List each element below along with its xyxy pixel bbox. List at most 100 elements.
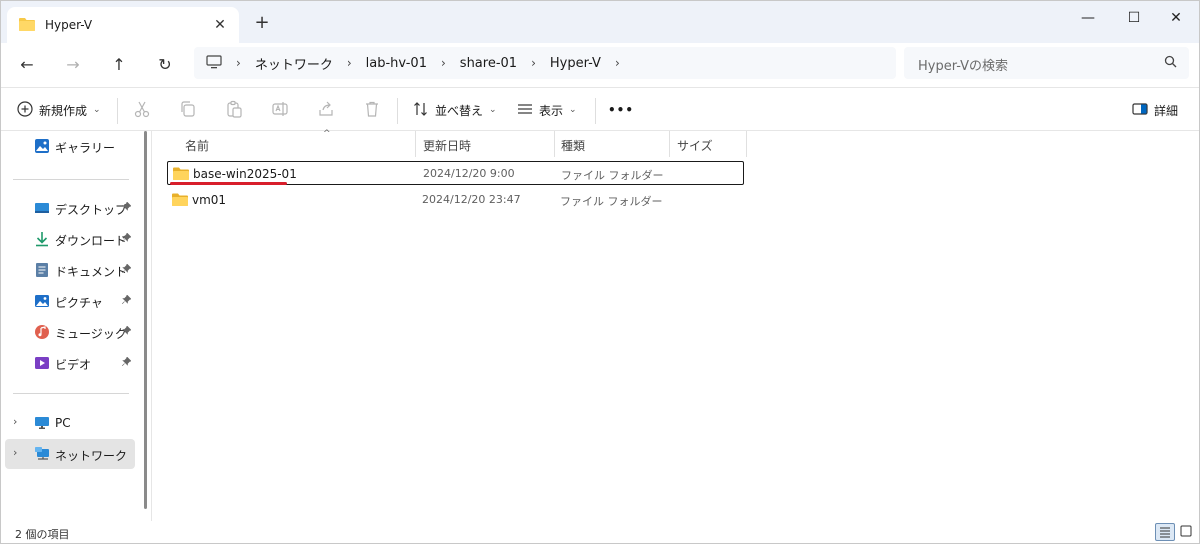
sidebar-item-downloads[interactable]: ダウンロード	[1, 224, 135, 254]
pin-icon	[121, 356, 132, 369]
file-list: 名前 ^ 更新日時 種類 サイズ base-win2025-01 2024/12…	[152, 129, 1199, 521]
back-button[interactable]: ←	[13, 51, 41, 79]
details-label: 詳細	[1154, 103, 1179, 118]
file-type: ファイル フォルダー	[561, 169, 664, 182]
rename-icon[interactable]	[271, 100, 291, 120]
chevron-down-icon: ⌄	[489, 105, 497, 115]
sidebar-item-label: ネットワーク	[55, 449, 128, 463]
music-icon	[34, 324, 50, 340]
item-count: 2 個の項目	[15, 528, 70, 541]
command-bar: 新規作成 ⌄ 並べ替え ⌄ 表示 ⌄ ••• 詳細	[1, 87, 1199, 131]
chevron-down-icon: ⌄	[569, 105, 577, 115]
column-divider[interactable]	[554, 131, 555, 157]
copy-icon[interactable]	[179, 100, 199, 120]
breadcrumb-separator[interactable]: ›	[531, 56, 536, 70]
breadcrumb-share-01[interactable]: share-01	[460, 56, 517, 71]
column-name-label: 名前	[185, 139, 210, 153]
column-divider[interactable]	[669, 131, 670, 157]
pictures-icon	[34, 293, 50, 309]
documents-icon	[34, 262, 50, 278]
divider	[397, 98, 398, 124]
details-view-button[interactable]	[1155, 523, 1175, 541]
column-divider[interactable]	[746, 131, 747, 157]
sidebar-item-desktop[interactable]: デスクトップ	[1, 193, 135, 223]
view-icon	[517, 102, 533, 119]
desktop-icon	[34, 200, 50, 216]
view-button[interactable]: 表示 ⌄	[517, 98, 577, 122]
sort-icon	[413, 101, 429, 120]
gallery-icon	[34, 138, 50, 154]
address-bar[interactable]: › ネットワーク › lab-hv-01 › share-01 › Hyper-…	[194, 47, 896, 79]
delete-icon[interactable]	[363, 100, 383, 120]
navigation-pane: ギャラリー デスクトップ ダウンロード ドキュメント ピクチャ ミュージック ビ…	[1, 131, 149, 521]
view-label: 表示	[539, 103, 564, 118]
breadcrumb-network[interactable]: ネットワーク	[255, 54, 333, 73]
breadcrumb-hyper-v[interactable]: Hyper-V	[550, 56, 601, 71]
maximize-button[interactable]: ☐	[1111, 5, 1157, 31]
sidebar-item-pc[interactable]: › PC	[1, 408, 135, 438]
file-modified: 2024/12/20 23:47	[422, 193, 521, 206]
sidebar-item-documents[interactable]: ドキュメント	[1, 255, 135, 285]
cut-icon[interactable]	[133, 100, 153, 120]
chevron-down-icon: ⌄	[93, 105, 101, 115]
column-header-size[interactable]: サイズ	[677, 131, 747, 157]
column-header-name[interactable]: 名前 ^	[185, 129, 415, 157]
divider	[13, 393, 129, 394]
sidebar-item-gallery[interactable]: ギャラリー	[1, 131, 135, 161]
details-pane-icon	[1132, 102, 1148, 119]
sidebar-item-pictures[interactable]: ピクチャ	[1, 286, 135, 316]
pc-icon	[34, 415, 50, 431]
breadcrumb-separator[interactable]: ›	[615, 56, 620, 70]
new-label: 新規作成	[39, 103, 88, 118]
share-icon[interactable]	[317, 100, 337, 120]
sidebar-item-label: ギャラリー	[55, 141, 116, 155]
search-input[interactable]: Hyper-Vの検索	[918, 55, 1008, 74]
table-row[interactable]: vm01 2024/12/20 23:47 ファイル フォルダー	[167, 188, 744, 212]
sidebar-item-network[interactable]: › ネットワーク	[5, 439, 135, 469]
search-icon	[1164, 55, 1177, 71]
large-icons-view-button[interactable]	[1177, 523, 1197, 541]
folder-icon	[172, 193, 188, 209]
pin-icon	[121, 263, 132, 276]
column-header-modified[interactable]: 更新日時	[423, 131, 553, 157]
sidebar-item-label: ピクチャ	[55, 296, 103, 310]
videos-icon	[34, 355, 50, 371]
sidebar-item-label: PC	[55, 416, 71, 430]
sidebar-item-label: ミュージック	[55, 327, 127, 341]
title-bar: Hyper-V ✕ + — ☐ ✕	[1, 1, 1199, 43]
sort-button[interactable]: 並べ替え ⌄	[413, 98, 497, 122]
new-button[interactable]: 新規作成 ⌄	[17, 98, 101, 122]
search-box[interactable]: Hyper-Vの検索	[904, 47, 1189, 79]
minimize-button[interactable]: —	[1065, 5, 1111, 31]
paste-icon[interactable]	[225, 100, 245, 120]
forward-button[interactable]: →	[59, 51, 87, 79]
sidebar-scrollbar[interactable]	[144, 131, 147, 509]
details-pane-button[interactable]: 詳細	[1132, 98, 1178, 122]
file-type: ファイル フォルダー	[560, 195, 663, 208]
close-tab-icon[interactable]: ✕	[211, 16, 229, 34]
breadcrumb-separator[interactable]: ›	[441, 56, 446, 70]
column-divider[interactable]	[415, 131, 416, 157]
more-options-button[interactable]: •••	[608, 98, 634, 122]
tab-hyper-v[interactable]: Hyper-V ✕	[7, 7, 239, 43]
file-name: base-win2025-01	[193, 167, 297, 181]
sidebar-item-label: ダウンロード	[55, 234, 128, 248]
sidebar-item-label: ドキュメント	[55, 265, 128, 279]
sidebar-item-label: ビデオ	[55, 358, 92, 372]
folder-icon	[19, 17, 35, 34]
sidebar-item-music[interactable]: ミュージック	[1, 317, 135, 347]
refresh-button[interactable]: ↻	[151, 51, 179, 79]
close-window-button[interactable]: ✕	[1153, 5, 1199, 31]
breadcrumb-separator: ›	[236, 56, 241, 70]
red-annotation-underline	[170, 182, 287, 185]
new-tab-button[interactable]: +	[251, 13, 273, 35]
up-button[interactable]: ↑	[105, 51, 133, 79]
chevron-right-icon[interactable]: ›	[13, 415, 17, 428]
sidebar-item-videos[interactable]: ビデオ	[1, 348, 135, 378]
pin-icon	[121, 201, 132, 214]
column-header-type[interactable]: 種類	[561, 131, 671, 157]
breadcrumb-separator[interactable]: ›	[347, 56, 352, 70]
chevron-right-icon[interactable]: ›	[13, 446, 17, 459]
divider	[595, 98, 596, 124]
breadcrumb-lab-hv-01[interactable]: lab-hv-01	[366, 56, 427, 71]
